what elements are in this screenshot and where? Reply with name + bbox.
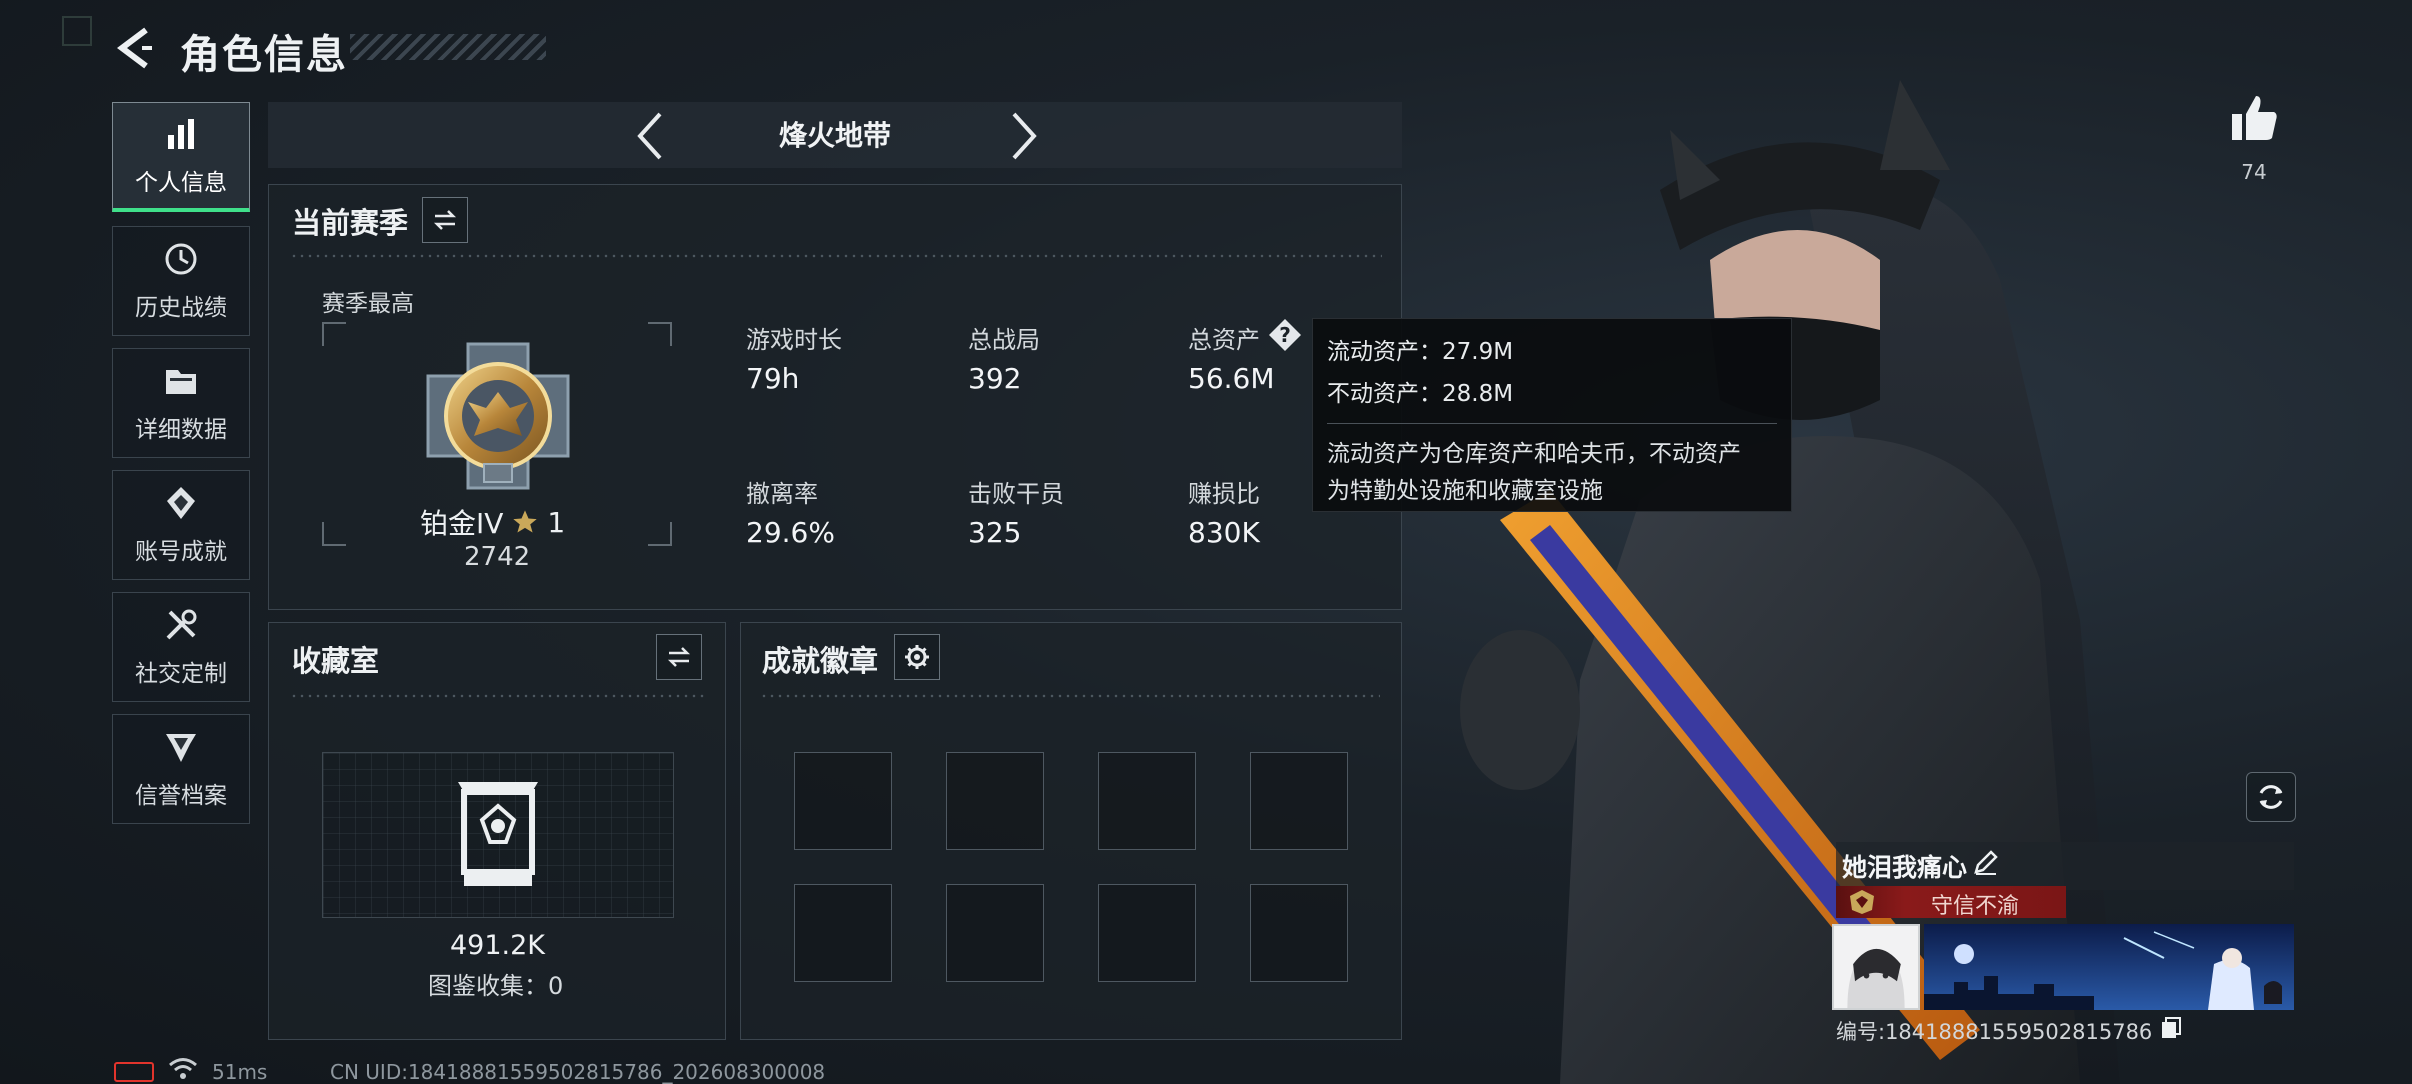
rank-name-row: 铂金IV 1	[420, 502, 565, 542]
sidebar-item-achievements[interactable]: 账号成就	[112, 470, 250, 580]
stat-label: 撤离率	[746, 480, 818, 508]
refresh-button[interactable]	[2246, 772, 2296, 822]
collection-switch-button[interactable]	[656, 634, 702, 680]
corner-decoration	[62, 16, 92, 46]
tooltip-desc-line: 为特勤处设施和收藏室设施	[1327, 478, 1603, 504]
history-icon	[165, 243, 197, 275]
battery-icon	[114, 1062, 154, 1082]
divider	[290, 692, 706, 700]
rank-name: 铂金IV	[420, 507, 504, 540]
stat-label: 总资产	[1188, 326, 1260, 354]
tooltip-fixed-assets: 不动资产：28.8M	[1327, 381, 1514, 407]
stat-value: 56.6M	[1188, 362, 1275, 395]
sidebar-item-label: 信誉档案	[135, 783, 227, 809]
cn-uid-text: CN UID:1841888155950281578​6_20260830000…	[330, 1060, 826, 1084]
sidebar-item-credit[interactable]: 信誉档案	[112, 714, 250, 824]
season-title: 当前赛季	[292, 206, 409, 240]
pencil-icon	[1974, 850, 1998, 875]
sidebar-item-label: 账号成就	[135, 539, 227, 565]
rank-stars: 1	[547, 505, 566, 539]
badge-slot[interactable]	[1250, 884, 1348, 982]
collection-title: 收藏室	[292, 644, 380, 678]
rank-score: 2742	[464, 542, 531, 572]
ping-text: 51ms	[212, 1060, 268, 1084]
sidebar-item-label: 个人信息	[135, 169, 227, 196]
sidebar-item-label: 详细数据	[135, 417, 227, 443]
title-emblem-icon	[1850, 890, 1874, 914]
tools-icon	[166, 609, 197, 640]
credit-shield-icon	[166, 734, 196, 762]
sidebar-item-personal-info[interactable]: 个人信息	[112, 102, 250, 212]
avatar[interactable]	[1832, 924, 1920, 1010]
divider	[760, 692, 1380, 700]
sidebar-item-label: 历史战绩	[135, 295, 227, 321]
refresh-icon	[2259, 785, 2283, 809]
copy-id-button[interactable]	[2160, 1016, 2182, 1040]
badges-title: 成就徽章	[762, 644, 879, 678]
stat-label: 总战局	[968, 326, 1040, 354]
player-title-text: 守信不渝	[1930, 894, 2019, 919]
edit-name-button[interactable]	[1972, 848, 2000, 876]
rank-medal-icon	[426, 342, 570, 490]
swap-arrows-icon	[667, 647, 691, 667]
mode-prev-button[interactable]	[630, 108, 670, 164]
chevron-right-icon	[1012, 112, 1037, 160]
stat-value: 29.6%	[746, 516, 835, 549]
stat-value: 325	[968, 516, 1022, 549]
stat-label: 赚损比	[1188, 480, 1260, 508]
collection-value: 491.2K	[450, 930, 546, 961]
season-switch-button[interactable]	[422, 197, 468, 243]
sidebar-item-social[interactable]: 社交定制	[112, 592, 250, 702]
stat-value: 79h	[746, 362, 800, 395]
star-icon	[513, 510, 538, 533]
swap-arrows-icon	[433, 210, 457, 230]
wifi-icon	[169, 1058, 197, 1079]
stat-label: 击败干员	[968, 480, 1064, 508]
tooltip-liquid-assets: 流动资产：27.9M	[1327, 339, 1514, 365]
copy-icon	[2162, 1017, 2181, 1038]
mode-label: 烽火地带	[778, 119, 891, 152]
badge-slot[interactable]	[946, 752, 1044, 850]
season-best-label: 赛季最高	[322, 291, 414, 317]
tooltip-desc-line: 流动资产为仓库资产和哈夫币，不动资产	[1327, 441, 1741, 467]
divider	[290, 252, 1382, 260]
sidebar-item-label: 社交定制	[135, 661, 227, 687]
asset-tooltip: 流动资产：27.9M 不动资产：28.8M 流动资产为仓库资产和哈夫币，不动资产…	[1312, 318, 1792, 512]
back-arrow-icon	[117, 27, 152, 69]
stat-label: 游戏时长	[746, 326, 842, 354]
title-decoration	[350, 34, 546, 60]
badge-slot[interactable]	[1098, 884, 1196, 982]
player-name: 她泪我痛心	[1842, 853, 1968, 882]
like-count: 74	[2241, 160, 2267, 184]
badge-slot[interactable]	[794, 884, 892, 982]
stat-value: 392	[968, 362, 1022, 395]
tooltip-divider	[1327, 423, 1777, 424]
badges-settings-button[interactable]	[894, 634, 940, 680]
bar-chart-icon	[168, 118, 194, 149]
asset-help-button[interactable]: ?	[1268, 318, 1302, 352]
svg-text:?: ?	[1279, 323, 1291, 347]
codex-count: 图鉴收集：0	[428, 972, 564, 1000]
like-button[interactable]	[2228, 92, 2280, 144]
back-button[interactable]	[112, 24, 160, 72]
avatar-image	[1834, 926, 1918, 1008]
achievement-icon	[167, 487, 195, 519]
folder-icon	[166, 370, 196, 394]
thumbs-up-icon	[2232, 96, 2277, 140]
page-title: 角色信息	[180, 32, 348, 78]
gear-icon	[905, 645, 929, 669]
player-id: 编号:1841888155950281578​6	[1836, 1020, 2153, 1044]
badge-slot[interactable]	[1250, 752, 1348, 850]
badge-slot[interactable]	[946, 884, 1044, 982]
sidebar-item-detailed-data[interactable]: 详细数据	[112, 348, 250, 458]
sidebar-item-history[interactable]: 历史战绩	[112, 226, 250, 336]
badge-slot[interactable]	[794, 752, 892, 850]
mode-next-button[interactable]	[1004, 108, 1044, 164]
help-icon: ?	[1269, 319, 1301, 351]
chevron-left-icon	[637, 112, 662, 160]
collection-room-icon	[458, 782, 538, 886]
stat-value: 830K	[1188, 516, 1260, 549]
badge-slot[interactable]	[1098, 752, 1196, 850]
profile-banner	[1924, 924, 2294, 1010]
